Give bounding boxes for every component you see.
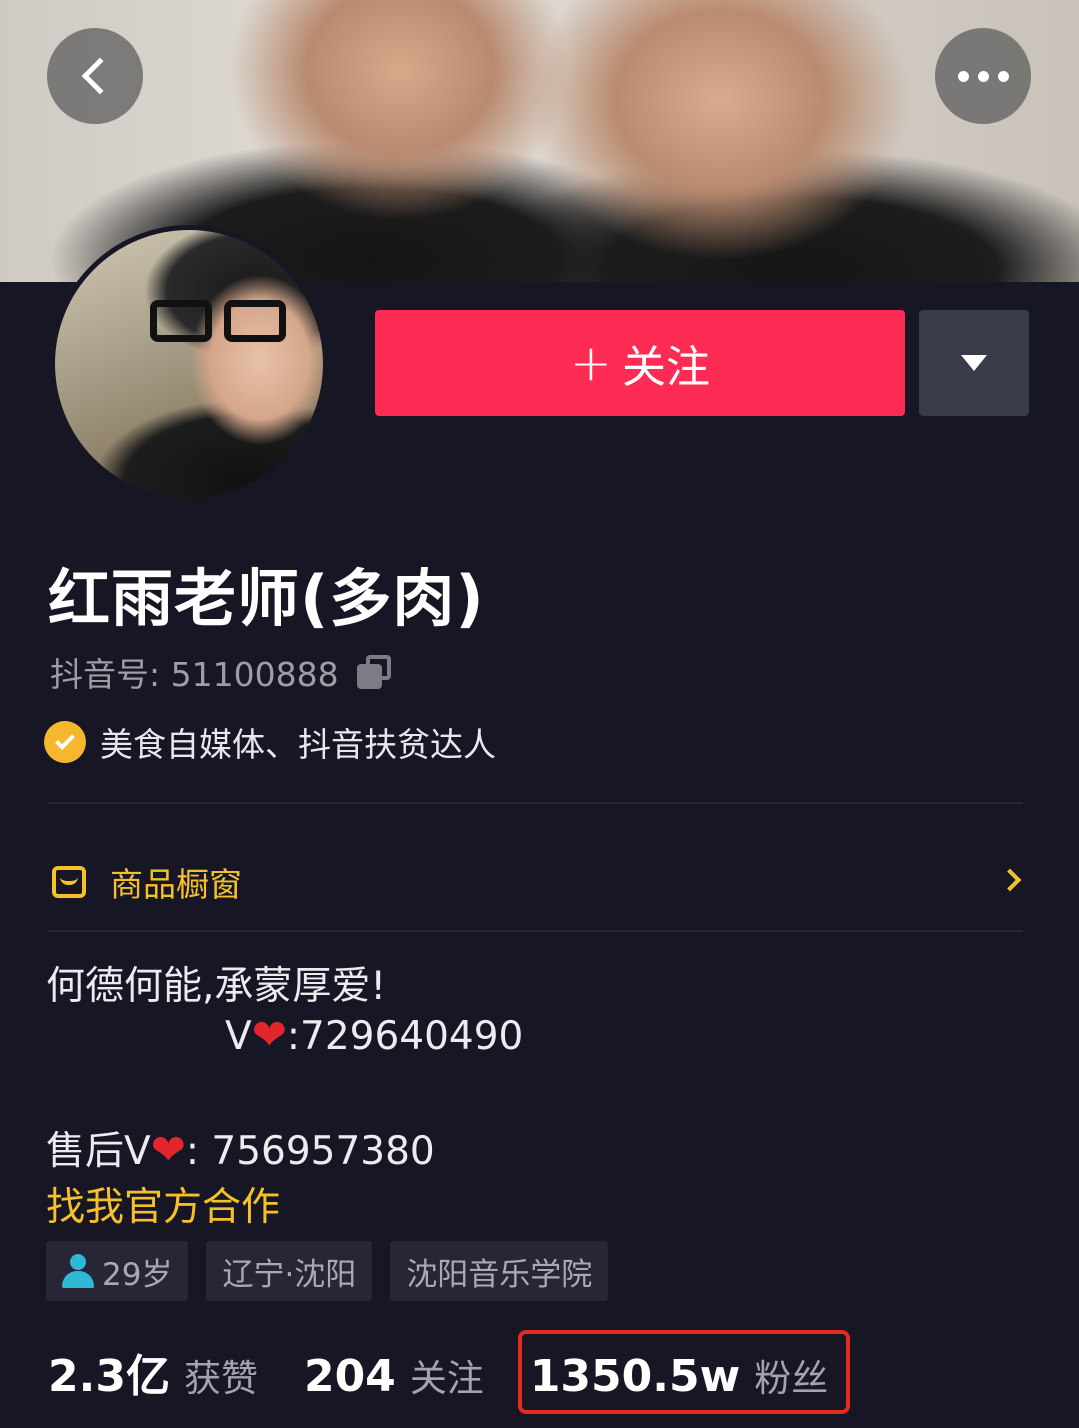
person-icon [62, 1254, 94, 1288]
follow-label: 关注 [621, 342, 710, 393]
shop-window-row[interactable]: 商品橱窗 [48, 850, 1028, 914]
heart-icon: ❤ [251, 1010, 287, 1059]
stat-following[interactable]: 204 关注 [304, 1348, 484, 1402]
shop-window-label: 商品橱窗 [110, 865, 242, 904]
more-dots-icon [957, 70, 1009, 82]
official-collab-link[interactable]: 找我官方合作 [46, 1176, 280, 1232]
tag-school[interactable]: 沈阳音乐学院 [390, 1241, 609, 1301]
douyin-id-label: 抖音号: [50, 655, 161, 694]
plus-icon: + [570, 334, 612, 392]
triangle-down-icon [961, 355, 987, 371]
follow-button[interactable]: + 关注 [375, 310, 905, 416]
profile-tags: 29岁 辽宁·沈阳 沈阳音乐学院 [46, 1241, 609, 1301]
divider [48, 802, 1023, 804]
likes-label: 获赞 [183, 1357, 258, 1400]
more-button[interactable] [935, 28, 1031, 124]
heart-icon: ❤ [150, 1125, 186, 1174]
followers-highlight-box [518, 1330, 850, 1414]
copy-icon[interactable] [356, 655, 391, 689]
douyin-id-row: 抖音号: 51100888 [50, 648, 391, 696]
recommend-dropdown-button[interactable] [919, 310, 1029, 416]
verified-check-icon [44, 721, 86, 763]
avatar[interactable] [50, 225, 328, 503]
verification-text: 美食自媒体、抖音扶贫达人 [100, 725, 496, 764]
verification-row: 美食自媒体、抖音扶贫达人 [44, 718, 496, 766]
bio-line-2: V❤:729640490 [225, 1010, 524, 1059]
back-button[interactable] [47, 28, 143, 124]
bio-line-3: 售后V❤: 756957380 [46, 1125, 435, 1174]
following-label: 关注 [409, 1357, 484, 1400]
douyin-id-value: 51100888 [170, 655, 339, 694]
chevron-left-icon [81, 57, 119, 95]
tag-age: 29岁 [46, 1241, 189, 1301]
divider [48, 930, 1023, 932]
profile-name: 红雨老师(多肉) [48, 562, 485, 635]
shop-icon [52, 866, 86, 898]
stat-likes: 2.3亿 获赞 [48, 1340, 258, 1404]
likes-count: 2.3亿 [48, 1351, 170, 1402]
tag-location: 辽宁·沈阳 [206, 1241, 373, 1301]
following-count: 204 [303, 1351, 396, 1402]
chevron-right-icon [998, 868, 1022, 892]
bio-line-1: 何德何能,承蒙厚爱! [46, 964, 387, 1009]
